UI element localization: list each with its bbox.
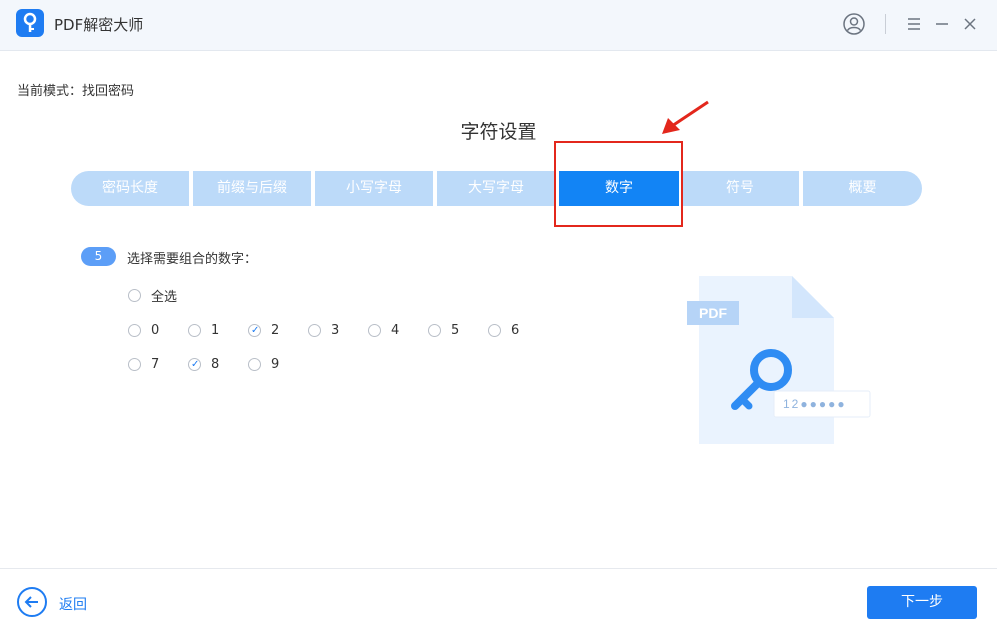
password-mask-text: 12●●●●● xyxy=(783,397,847,411)
section-title: 字符设置 xyxy=(460,121,537,143)
pdf-tag-text: PDF xyxy=(699,305,727,321)
annotation-highlight-box xyxy=(554,141,683,227)
tab-lowercase[interactable]: 小写字母 xyxy=(315,171,433,206)
annotation-arrow-icon xyxy=(662,100,709,134)
digit-label: 1 xyxy=(211,322,220,338)
digit-option-9[interactable]: 9 xyxy=(248,355,279,373)
tab-symbols[interactable]: 符号 xyxy=(681,171,799,206)
tab-summary[interactable]: 概要 xyxy=(803,171,922,206)
digit-label: 7 xyxy=(151,356,160,372)
check-icon: ✓ xyxy=(191,358,200,370)
checkbox-circle xyxy=(308,323,321,337)
checkbox-circle xyxy=(248,357,261,371)
close-icon[interactable] xyxy=(958,12,982,36)
back-label[interactable]: 返回 xyxy=(59,594,87,614)
user-account-icon[interactable] xyxy=(842,12,866,36)
app-logo-icon xyxy=(16,9,44,37)
next-step-button[interactable]: 下一步 xyxy=(867,586,977,619)
checkbox-circle xyxy=(188,323,201,337)
app-title: PDF解密大师 xyxy=(54,16,144,34)
checkbox-circle: ✓ xyxy=(188,357,201,371)
step-number-badge: 5 xyxy=(81,247,116,266)
digit-option-0[interactable]: 0 xyxy=(128,321,159,339)
digit-option-4[interactable]: 4 xyxy=(368,321,399,339)
digit-option-5[interactable]: 5 xyxy=(428,321,459,339)
digit-option-8[interactable]: ✓ 8 xyxy=(188,355,219,373)
digit-label: 3 xyxy=(331,322,340,338)
digit-option-2[interactable]: ✓ 2 xyxy=(248,321,279,339)
digit-label: 9 xyxy=(271,356,280,372)
checkbox-circle xyxy=(488,323,501,337)
digit-label: 5 xyxy=(451,322,460,338)
footer-divider xyxy=(0,568,997,569)
select-all-radio[interactable]: 全选 xyxy=(128,286,178,305)
back-button[interactable] xyxy=(17,587,47,617)
digit-option-1[interactable]: 1 xyxy=(188,321,219,339)
digit-label: 2 xyxy=(271,322,280,338)
current-mode-label: 当前模式：找回密码 xyxy=(17,84,135,99)
checkbox-circle xyxy=(128,357,141,371)
digit-label: 8 xyxy=(211,356,220,372)
tab-prefix-suffix[interactable]: 前缀与后缀 xyxy=(193,171,311,206)
checkbox-circle xyxy=(368,323,381,337)
tab-uppercase[interactable]: 大写字母 xyxy=(437,171,555,206)
arrow-left-icon xyxy=(24,596,38,608)
menu-icon[interactable] xyxy=(902,12,926,36)
digit-option-6[interactable]: 6 xyxy=(488,321,519,339)
digit-label: 6 xyxy=(511,322,520,338)
checkbox-circle xyxy=(428,323,441,337)
check-icon: ✓ xyxy=(251,324,260,336)
select-all-label: 全选 xyxy=(151,289,178,305)
digit-option-3[interactable]: 3 xyxy=(308,321,339,339)
checkbox-circle xyxy=(128,323,141,337)
titlebar-separator xyxy=(885,14,886,34)
pdf-key-illustration: PDF 12●●●●● xyxy=(687,276,871,444)
settings-tabs: 密码长度 前缀与后缀 小写字母 大写字母 数字 符号 概要 xyxy=(71,171,922,206)
digit-label: 0 xyxy=(151,322,160,338)
digit-option-7[interactable]: 7 xyxy=(128,355,159,373)
radio-circle xyxy=(128,288,141,302)
step-label: 选择需要组合的数字： xyxy=(127,252,258,267)
minimize-icon[interactable] xyxy=(930,12,954,36)
title-bar: PDF解密大师 xyxy=(0,0,997,51)
digit-label: 4 xyxy=(391,322,400,338)
tab-password-length[interactable]: 密码长度 xyxy=(71,171,189,206)
checkbox-circle: ✓ xyxy=(248,323,261,337)
